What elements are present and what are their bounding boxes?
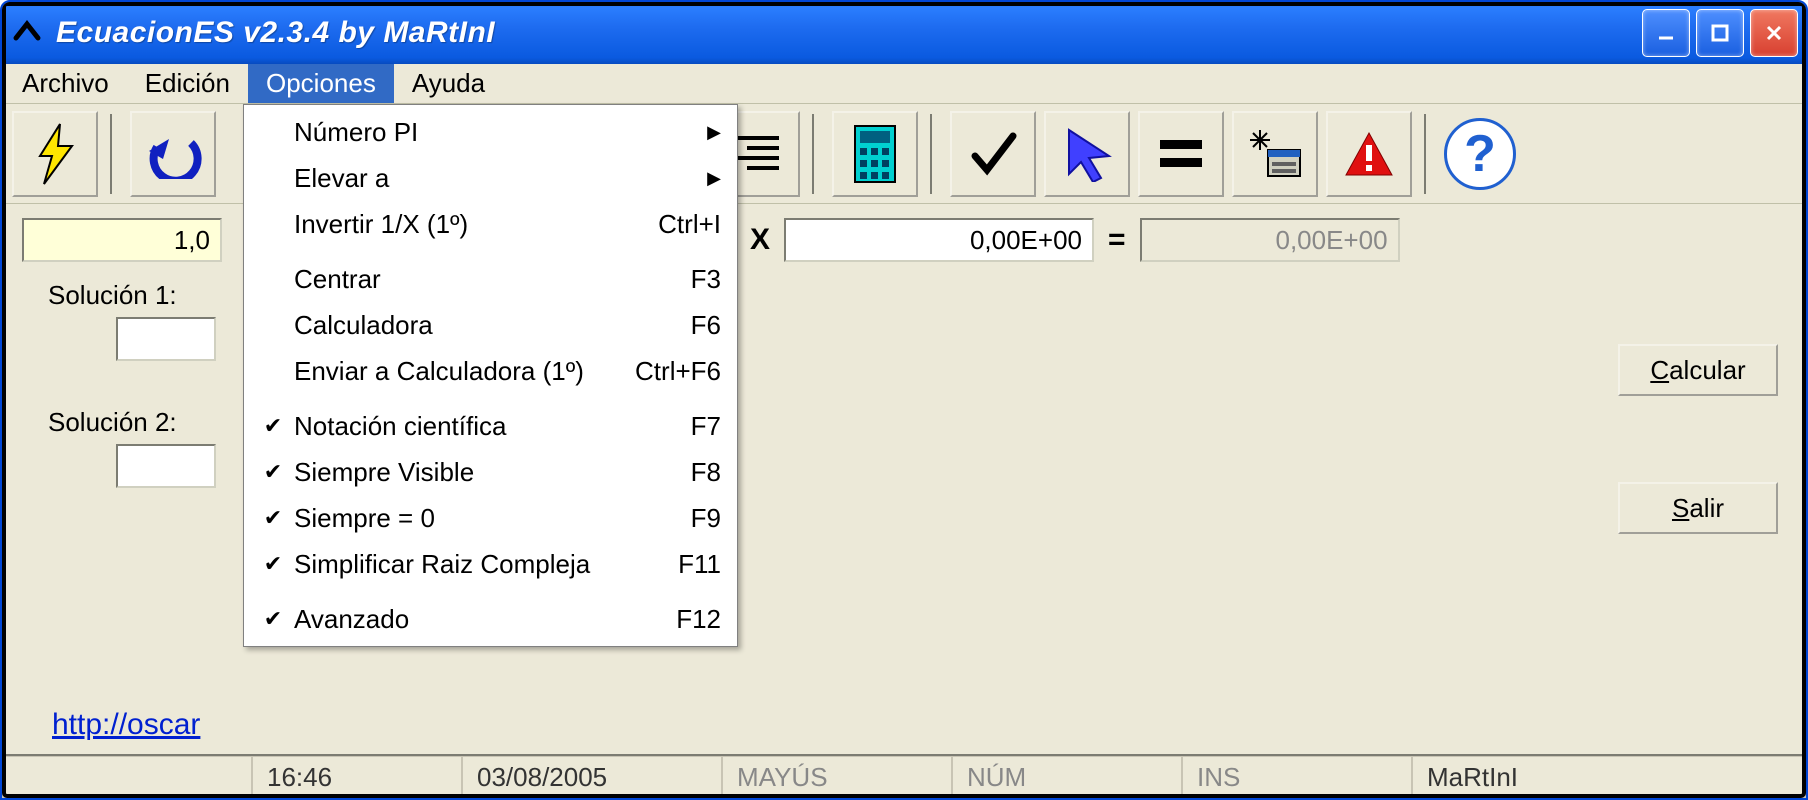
- salir-button[interactable]: SalirSalir: [1618, 482, 1778, 534]
- menu-avanzado[interactable]: ✔AvanzadoF12: [246, 596, 735, 642]
- menu-invertir[interactable]: Invertir 1/X (1º)Ctrl+I: [246, 201, 735, 247]
- close-button[interactable]: [1750, 9, 1798, 57]
- app-icon: [10, 16, 44, 50]
- equals-icon[interactable]: [1138, 111, 1224, 197]
- menu-siempre-visible[interactable]: ✔Siempre VisibleF8: [246, 449, 735, 495]
- menu-simplificar-raiz[interactable]: ✔Simplificar Raiz ComplejaF11: [246, 541, 735, 587]
- menu-numero-pi[interactable]: Número PI▶: [246, 109, 735, 155]
- coefficient-a-input[interactable]: [22, 218, 222, 262]
- solution-1-output: [116, 317, 216, 361]
- status-mayus: MAYÚS: [722, 756, 952, 798]
- website-link[interactable]: http://oscar: [52, 708, 200, 742]
- minimize-button[interactable]: [1642, 9, 1690, 57]
- solution-2-output: [116, 444, 216, 488]
- help-icon[interactable]: ?: [1444, 118, 1516, 190]
- menu-calculadora[interactable]: CalculadoraF6: [246, 302, 735, 348]
- menu-notacion-cientifica[interactable]: ✔Notación científicaF7: [246, 403, 735, 449]
- check-icon[interactable]: [950, 111, 1036, 197]
- window-title: EcuacionES v2.3.4 by MaRtInI: [56, 16, 1642, 50]
- menu-elevar-a[interactable]: Elevar a▶: [246, 155, 735, 201]
- statusbar: 16:46 03/08/2005 MAYÚS NÚM INS MaRtInI: [2, 754, 1806, 798]
- equals-label: =: [1108, 223, 1126, 257]
- status-time: 16:46: [252, 756, 462, 798]
- coefficient-c-input[interactable]: [784, 218, 1094, 262]
- warning-icon[interactable]: [1326, 111, 1412, 197]
- menu-opciones[interactable]: Opciones: [248, 64, 394, 103]
- menu-ayuda[interactable]: Ayuda: [394, 64, 503, 103]
- maximize-button[interactable]: [1696, 9, 1744, 57]
- cursor-icon[interactable]: [1044, 111, 1130, 197]
- undo-icon[interactable]: [130, 111, 216, 197]
- x-label: X: [750, 223, 770, 257]
- status-author: MaRtInI: [1412, 756, 1806, 798]
- opciones-dropdown: Número PI▶ Elevar a▶ Invertir 1/X (1º)Ct…: [243, 104, 738, 647]
- menu-siempre-cero[interactable]: ✔Siempre = 0F9: [246, 495, 735, 541]
- calcular-button[interactable]: CCalcularalcular: [1618, 344, 1778, 396]
- status-ins: INS: [1182, 756, 1412, 798]
- status-date: 03/08/2005: [462, 756, 722, 798]
- menu-archivo[interactable]: Archivo: [4, 64, 127, 103]
- menubar: Archivo Edición Opciones Ayuda: [2, 64, 1806, 104]
- result-output: [1140, 218, 1400, 262]
- menu-enviar-calculadora[interactable]: Enviar a Calculadora (1º)Ctrl+F6: [246, 348, 735, 394]
- titlebar: EcuacionES v2.3.4 by MaRtInI: [2, 2, 1806, 64]
- sparkle-window-icon[interactable]: [1232, 111, 1318, 197]
- menu-edicion[interactable]: Edición: [127, 64, 248, 103]
- calculator-icon[interactable]: [832, 111, 918, 197]
- lightning-icon[interactable]: [12, 111, 98, 197]
- menu-centrar[interactable]: CentrarF3: [246, 256, 735, 302]
- status-num: NÚM: [952, 756, 1182, 798]
